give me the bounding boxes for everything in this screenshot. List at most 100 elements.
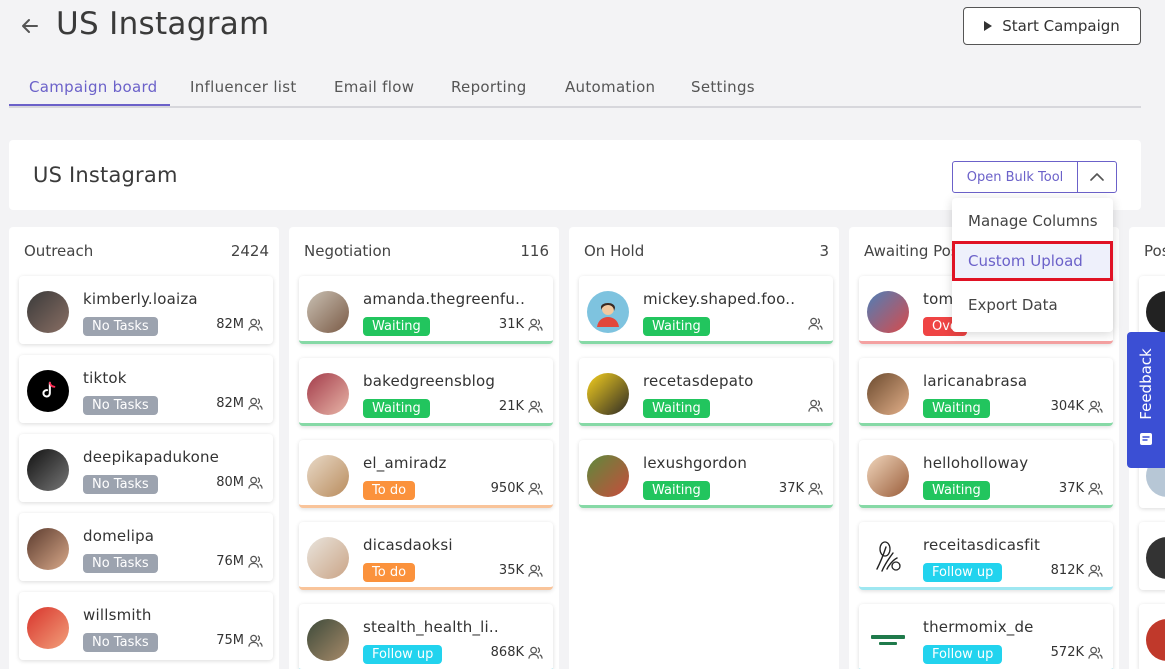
follower-count-value: 75M bbox=[216, 633, 244, 648]
tab-bar: Campaign board Influencer list Email flo… bbox=[9, 68, 1141, 108]
follower-count: 82M bbox=[216, 317, 263, 332]
avatar bbox=[307, 373, 349, 415]
feedback-label: Feedback bbox=[1137, 348, 1155, 420]
follower-count: 82M bbox=[216, 396, 263, 411]
follower-count: 868K bbox=[491, 645, 543, 660]
influencer-card[interactable]: recetasdepato Waiting bbox=[579, 358, 833, 426]
tab-influencer-list[interactable]: Influencer list bbox=[190, 78, 297, 96]
start-campaign-label: Start Campaign bbox=[1002, 17, 1120, 35]
influencer-card[interactable]: tiktok No Tasks 82M bbox=[19, 355, 273, 423]
influencer-card[interactable]: domelipa No Tasks 76M bbox=[19, 513, 273, 581]
status-badge: Waiting bbox=[643, 481, 710, 500]
avatar bbox=[27, 528, 69, 570]
influencer-card[interactable]: helloholloway Waiting 37K bbox=[859, 440, 1113, 508]
users-icon bbox=[248, 318, 263, 331]
feedback-icon bbox=[1140, 433, 1152, 445]
chevron-up-icon bbox=[1090, 173, 1104, 181]
bulk-tool-dropdown-menu: Manage Columns Custom Upload Export Data bbox=[952, 198, 1113, 332]
influencer-card[interactable]: laricanabrasa Waiting 304K bbox=[859, 358, 1113, 426]
follower-count: 37K bbox=[1059, 481, 1103, 496]
follower-count-value: 21K bbox=[498, 399, 524, 414]
status-badge: To do bbox=[363, 563, 416, 582]
status-badge: Follow up bbox=[923, 645, 1003, 664]
menu-item-custom-upload[interactable]: Custom Upload bbox=[952, 241, 1113, 281]
tiktok-logo-icon bbox=[27, 370, 69, 412]
column-title: Outreach bbox=[24, 242, 94, 260]
users-icon bbox=[1088, 646, 1103, 659]
feedback-tab[interactable]: Feedback bbox=[1127, 332, 1165, 468]
top-bar: US Instagram Start Campaign bbox=[0, 0, 1165, 58]
influencer-card[interactable]: willsmith No Tasks 75M bbox=[19, 592, 273, 660]
users-icon bbox=[1088, 482, 1103, 495]
influencer-name: laricanabrasa bbox=[923, 372, 1028, 390]
tab-automation[interactable]: Automation bbox=[565, 78, 655, 96]
follower-count-value: 812K bbox=[1050, 563, 1084, 578]
column-title: Awaiting Pos bbox=[864, 242, 959, 260]
avatar bbox=[1146, 291, 1165, 333]
follower-count-value: 572K bbox=[1050, 645, 1084, 660]
influencer-card[interactable] bbox=[1139, 522, 1165, 590]
influencer-name: helloholloway bbox=[923, 454, 1029, 472]
tab-email-flow[interactable]: Email flow bbox=[334, 78, 414, 96]
users-icon bbox=[1088, 400, 1103, 413]
influencer-card[interactable]: amanda.thegreenfu.. Waiting 31K bbox=[299, 276, 553, 344]
bulk-tool-dropdown-toggle[interactable] bbox=[1077, 161, 1117, 193]
avatar bbox=[867, 373, 909, 415]
follower-count-value: 868K bbox=[490, 645, 524, 660]
influencer-card[interactable]: mickey.shaped.foo.. Waiting bbox=[579, 276, 833, 344]
influencer-name: dicasdaoksi bbox=[363, 536, 453, 554]
follower-count-value: 950K bbox=[490, 481, 524, 496]
tab-settings[interactable]: Settings bbox=[691, 78, 755, 96]
users-icon bbox=[248, 397, 263, 410]
status-badge: Waiting bbox=[363, 399, 430, 418]
open-bulk-tool-button[interactable]: Open Bulk Tool bbox=[952, 161, 1078, 193]
start-campaign-button[interactable]: Start Campaign bbox=[963, 7, 1141, 45]
follower-count-value: 304K bbox=[1050, 399, 1084, 414]
influencer-name: deepikapadukone bbox=[83, 448, 220, 466]
influencer-name: amanda.thegreenfu.. bbox=[363, 290, 526, 308]
status-badge: No Tasks bbox=[83, 396, 158, 415]
follower-count: 304K bbox=[1051, 399, 1103, 414]
board-column-outreach: Outreach 2424 kimberly.loaiza No Tasks 8… bbox=[9, 227, 279, 669]
influencer-card[interactable]: receitasdicasfit Follow up 812K bbox=[859, 522, 1113, 590]
menu-item-export-data[interactable]: Export Data bbox=[952, 285, 1113, 325]
board-column-negotiation: Negotiation 116 amanda.thegreenfu.. Wait… bbox=[289, 227, 559, 669]
follower-count-value: 31K bbox=[498, 317, 524, 332]
status-badge: No Tasks bbox=[83, 475, 158, 494]
tab-campaign-board[interactable]: Campaign board bbox=[29, 78, 157, 96]
column-title: On Hold bbox=[584, 242, 645, 260]
users-icon bbox=[528, 482, 543, 495]
follower-count: 35K bbox=[499, 563, 543, 578]
column-title: Pos bbox=[1144, 242, 1165, 260]
influencer-card[interactable]: kimberly.loaiza No Tasks 82M bbox=[19, 276, 273, 344]
tab-reporting[interactable]: Reporting bbox=[451, 78, 527, 96]
influencer-card[interactable]: deepikapadukone No Tasks 80M bbox=[19, 434, 273, 502]
influencer-name: kimberly.loaiza bbox=[83, 290, 198, 308]
follower-count: 75M bbox=[216, 633, 263, 648]
users-icon bbox=[808, 317, 823, 330]
menu-item-manage-columns[interactable]: Manage Columns bbox=[952, 201, 1113, 241]
influencer-name: thermomix_de bbox=[923, 618, 1034, 636]
influencer-card[interactable]: bakedgreensblog Waiting 21K bbox=[299, 358, 553, 426]
influencer-card[interactable]: el_amiradz To do 950K bbox=[299, 440, 553, 508]
influencer-card[interactable] bbox=[1139, 604, 1165, 669]
back-arrow-icon[interactable] bbox=[18, 14, 42, 38]
avatar bbox=[1146, 619, 1165, 661]
avatar bbox=[27, 449, 69, 491]
users-icon bbox=[248, 555, 263, 568]
influencer-card[interactable]: stealth_health_li.. Follow up 868K bbox=[299, 604, 553, 669]
follower-count: 950K bbox=[491, 481, 543, 496]
influencer-card[interactable]: thermomix_de Follow up 572K bbox=[859, 604, 1113, 669]
avatar bbox=[587, 373, 629, 415]
follower-count-value: 82M bbox=[216, 317, 244, 332]
influencer-card[interactable]: dicasdaoksi To do 35K bbox=[299, 522, 553, 590]
users-icon bbox=[528, 646, 543, 659]
influencer-name: lexushgordon bbox=[643, 454, 748, 472]
avatar bbox=[587, 291, 629, 333]
influencer-card[interactable]: lexushgordon Waiting 37K bbox=[579, 440, 833, 508]
avatar bbox=[307, 455, 349, 497]
influencer-name: domelipa bbox=[83, 527, 155, 545]
status-badge: To do bbox=[363, 481, 416, 500]
avatar bbox=[307, 291, 349, 333]
column-count: 116 bbox=[520, 242, 549, 260]
